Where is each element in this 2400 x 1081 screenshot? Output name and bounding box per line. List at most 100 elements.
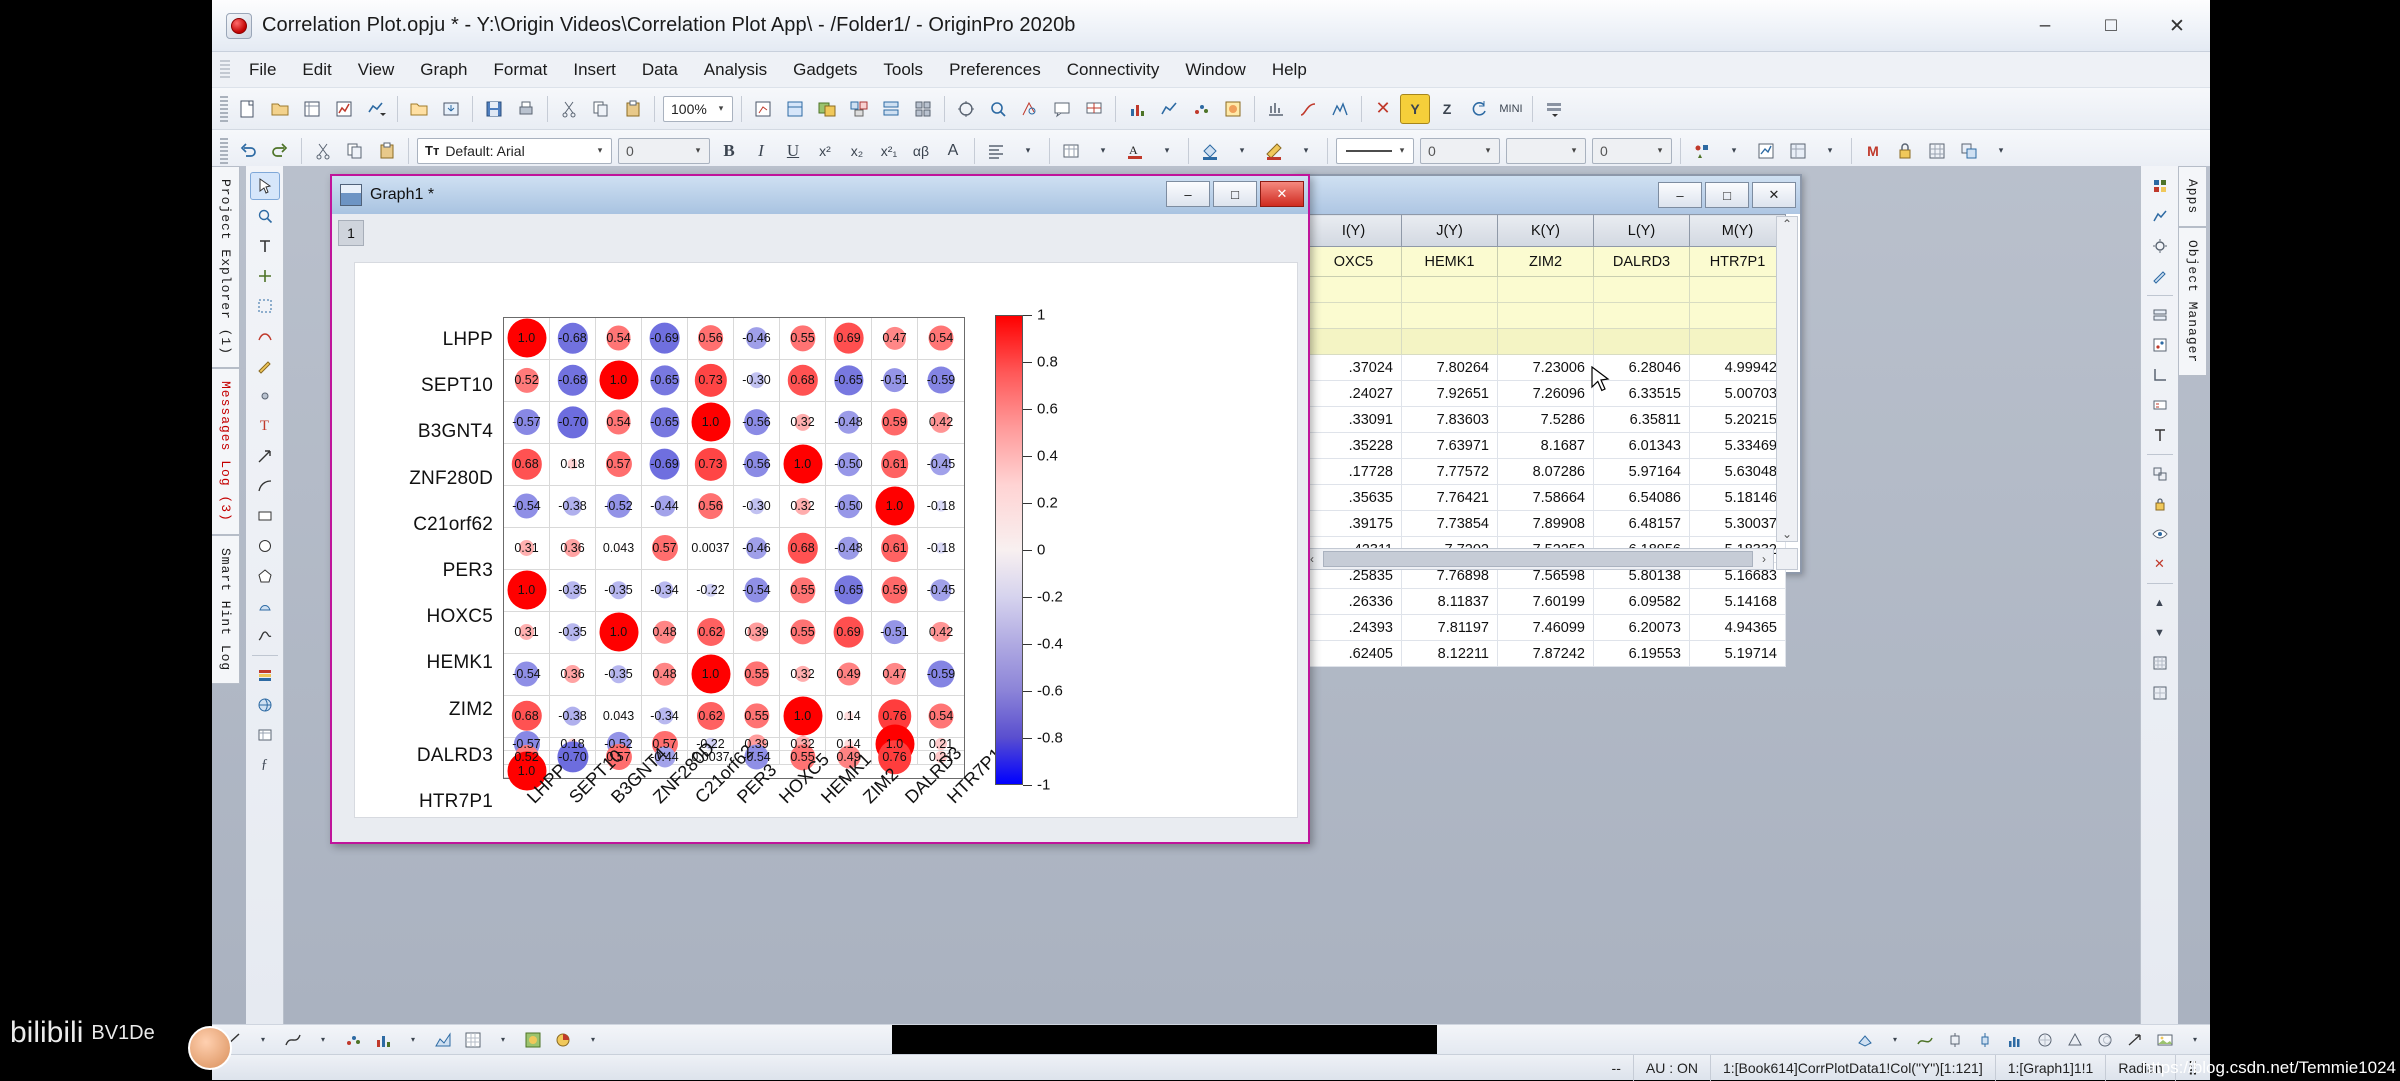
correlation-cell[interactable]: -0.65 [642, 401, 688, 444]
tab-smart-hint-log[interactable]: Smart Hint Log [212, 534, 240, 685]
table-row[interactable]: .24393 7.81197 7.46099 6.20073 4.94365 [1305, 614, 1786, 641]
correlation-cell[interactable]: 1.0 [688, 653, 734, 696]
copy-icon[interactable] [586, 94, 616, 124]
correlation-cell[interactable]: 1.0 [780, 695, 826, 738]
table-chevron-down-icon[interactable]: ▾ [1088, 136, 1118, 166]
correlation-cell[interactable]: 0.68 [780, 527, 826, 570]
correlation-cell[interactable]: 0.31 [504, 611, 550, 654]
correlation-cell[interactable]: 0.76 [872, 740, 918, 775]
correlation-cell[interactable]: 0.68 [780, 359, 826, 402]
z-axis-icon[interactable]: Z [1432, 94, 1462, 124]
correlation-cell[interactable]: 1.0 [688, 401, 734, 444]
y-axis-icon[interactable]: Y [1400, 93, 1430, 124]
new-graph-dropdown-icon[interactable] [361, 94, 391, 124]
menu-connectivity[interactable]: Connectivity [1054, 56, 1173, 84]
maximize-button[interactable]: □ [2078, 0, 2144, 52]
cell[interactable]: 8.12211 [1401, 640, 1498, 667]
paste-icon-2[interactable] [372, 136, 402, 166]
apps-store-icon[interactable] [2145, 172, 2175, 200]
more-tools-icon[interactable] [1539, 94, 1569, 124]
menu-file[interactable]: File [236, 56, 289, 84]
correlation-cell[interactable]: 1.0 [504, 569, 550, 612]
units-cell[interactable] [1593, 276, 1690, 303]
correlation-cell[interactable]: -0.59 [918, 360, 964, 402]
font-family-chevron-down-icon[interactable]: ▾ [593, 145, 607, 156]
italic-button[interactable]: I [746, 136, 776, 166]
font-color-icon[interactable]: A [1120, 136, 1150, 166]
bt-polar-icon[interactable] [2031, 1027, 2059, 1053]
graph-minimize-button[interactable]: – [1166, 181, 1210, 207]
correlation-cell[interactable]: 0.18 [550, 443, 596, 486]
bt-stats-icon[interactable] [1941, 1027, 1969, 1053]
correlation-cell[interactable]: -0.48 [826, 527, 872, 570]
correlation-cell[interactable]: -0.38 [550, 485, 596, 528]
cell[interactable]: 6.01343 [1593, 432, 1690, 459]
transparency-chevron-down-icon[interactable]: ▾ [1653, 145, 1667, 156]
worksheet-close-button[interactable]: ✕ [1752, 182, 1796, 208]
scroll-up-icon[interactable]: ⌃ [1782, 217, 1792, 231]
correlation-cell[interactable]: -0.52 [596, 485, 642, 528]
graph-page-tab[interactable]: 1 [338, 220, 364, 246]
units-cell[interactable] [1401, 276, 1498, 303]
graph-window[interactable]: Graph1 * – □ ✕ 1 LHPP SEPT10 B3GNT4 ZNF280D… [330, 174, 1310, 844]
bold-button[interactable]: B [714, 136, 744, 166]
pointer-tool-icon[interactable] [249, 172, 280, 200]
cell[interactable]: 8.11837 [1401, 588, 1498, 615]
correlation-cell[interactable]: 0.55 [734, 695, 780, 738]
cell[interactable]: 7.83603 [1401, 406, 1498, 433]
polygon-tool-icon[interactable] [250, 562, 280, 590]
greek-button[interactable]: αβ [906, 136, 936, 166]
bt-pie-icon[interactable] [549, 1027, 577, 1053]
correlation-matrix[interactable]: 1.0 -0.68 0.54 -0.69 0.56 -0.46 0.55 0.69 0.47 0.… [503, 317, 965, 791]
correlation-cell[interactable]: 0.32 [780, 485, 826, 528]
correlation-cell[interactable]: -0.35 [550, 611, 596, 654]
pan-tool-icon[interactable] [250, 262, 280, 290]
superscript-button[interactable]: x² [810, 136, 840, 166]
obj-text-icon[interactable] [2145, 421, 2175, 449]
cell[interactable]: 7.81197 [1401, 614, 1498, 641]
cell[interactable]: 7.92651 [1401, 380, 1498, 407]
plot-details-icon[interactable] [1751, 136, 1781, 166]
comments-cell[interactable] [1593, 302, 1690, 329]
draw-data-icon[interactable] [250, 352, 280, 380]
comments-cell[interactable] [1401, 302, 1498, 329]
tab-messages-log[interactable]: Messages Log (3) [212, 368, 240, 535]
correlation-cell[interactable]: 0.043 [596, 527, 642, 570]
correlation-cell[interactable]: 0.55 [734, 653, 780, 696]
table-row[interactable]: .35228 7.63971 8.1687 6.01343 5.33469 [1305, 432, 1786, 459]
data-reader-icon[interactable] [1015, 94, 1045, 124]
font-color-chevron-down-icon[interactable]: ▾ [1152, 136, 1182, 166]
cell[interactable]: .35228 [1305, 432, 1402, 459]
obj-delete-icon[interactable]: ✕ [2145, 550, 2175, 578]
long-name-M[interactable]: HTR7P1 [1689, 246, 1786, 277]
correlation-cell[interactable]: 0.31 [504, 527, 550, 570]
table-row[interactable]: .26336 8.11837 7.60199 6.09582 5.14168 [1305, 588, 1786, 615]
new-project-icon[interactable] [233, 94, 263, 124]
long-name-J[interactable]: HEMK1 [1401, 246, 1498, 277]
cell[interactable]: 7.5286 [1497, 406, 1594, 433]
rotate-icon[interactable] [1464, 94, 1494, 124]
text-tool-icon[interactable] [250, 232, 280, 260]
correlation-cell[interactable]: 0.73 [688, 359, 734, 402]
correlation-cell[interactable]: 0.32 [780, 401, 826, 444]
cell[interactable]: 7.58664 [1497, 484, 1594, 511]
supersub-button[interactable]: x²₁ [874, 136, 904, 166]
bt-hist-icon[interactable] [2001, 1027, 2029, 1053]
correlation-cell[interactable]: -0.38 [550, 695, 596, 738]
close-button[interactable]: ✕ [2144, 0, 2210, 52]
cell[interactable]: 4.94365 [1689, 614, 1786, 641]
subscript-button[interactable]: x₂ [842, 136, 872, 166]
cell[interactable]: .33091 [1305, 406, 1402, 433]
cell[interactable]: .26336 [1305, 588, 1402, 615]
menu-graph[interactable]: Graph [407, 56, 480, 84]
worksheet-vertical-scrollbar[interactable]: ⌃ ⌄ [1776, 216, 1798, 542]
transparency-combo[interactable]: 0 ▾ [1592, 137, 1672, 164]
correlation-cell[interactable]: 0.61 [872, 443, 918, 486]
underline-button[interactable]: U [778, 136, 808, 166]
cut-icon[interactable] [554, 94, 584, 124]
cell[interactable]: 5.63048 [1689, 458, 1786, 485]
rectangle-tool-icon[interactable] [250, 502, 280, 530]
bt-vector-icon[interactable] [2121, 1027, 2149, 1053]
table-row[interactable]: .37024 7.80264 7.23006 6.28046 4.99942 [1305, 354, 1786, 381]
correlation-cell[interactable]: 0.14 [826, 695, 872, 738]
